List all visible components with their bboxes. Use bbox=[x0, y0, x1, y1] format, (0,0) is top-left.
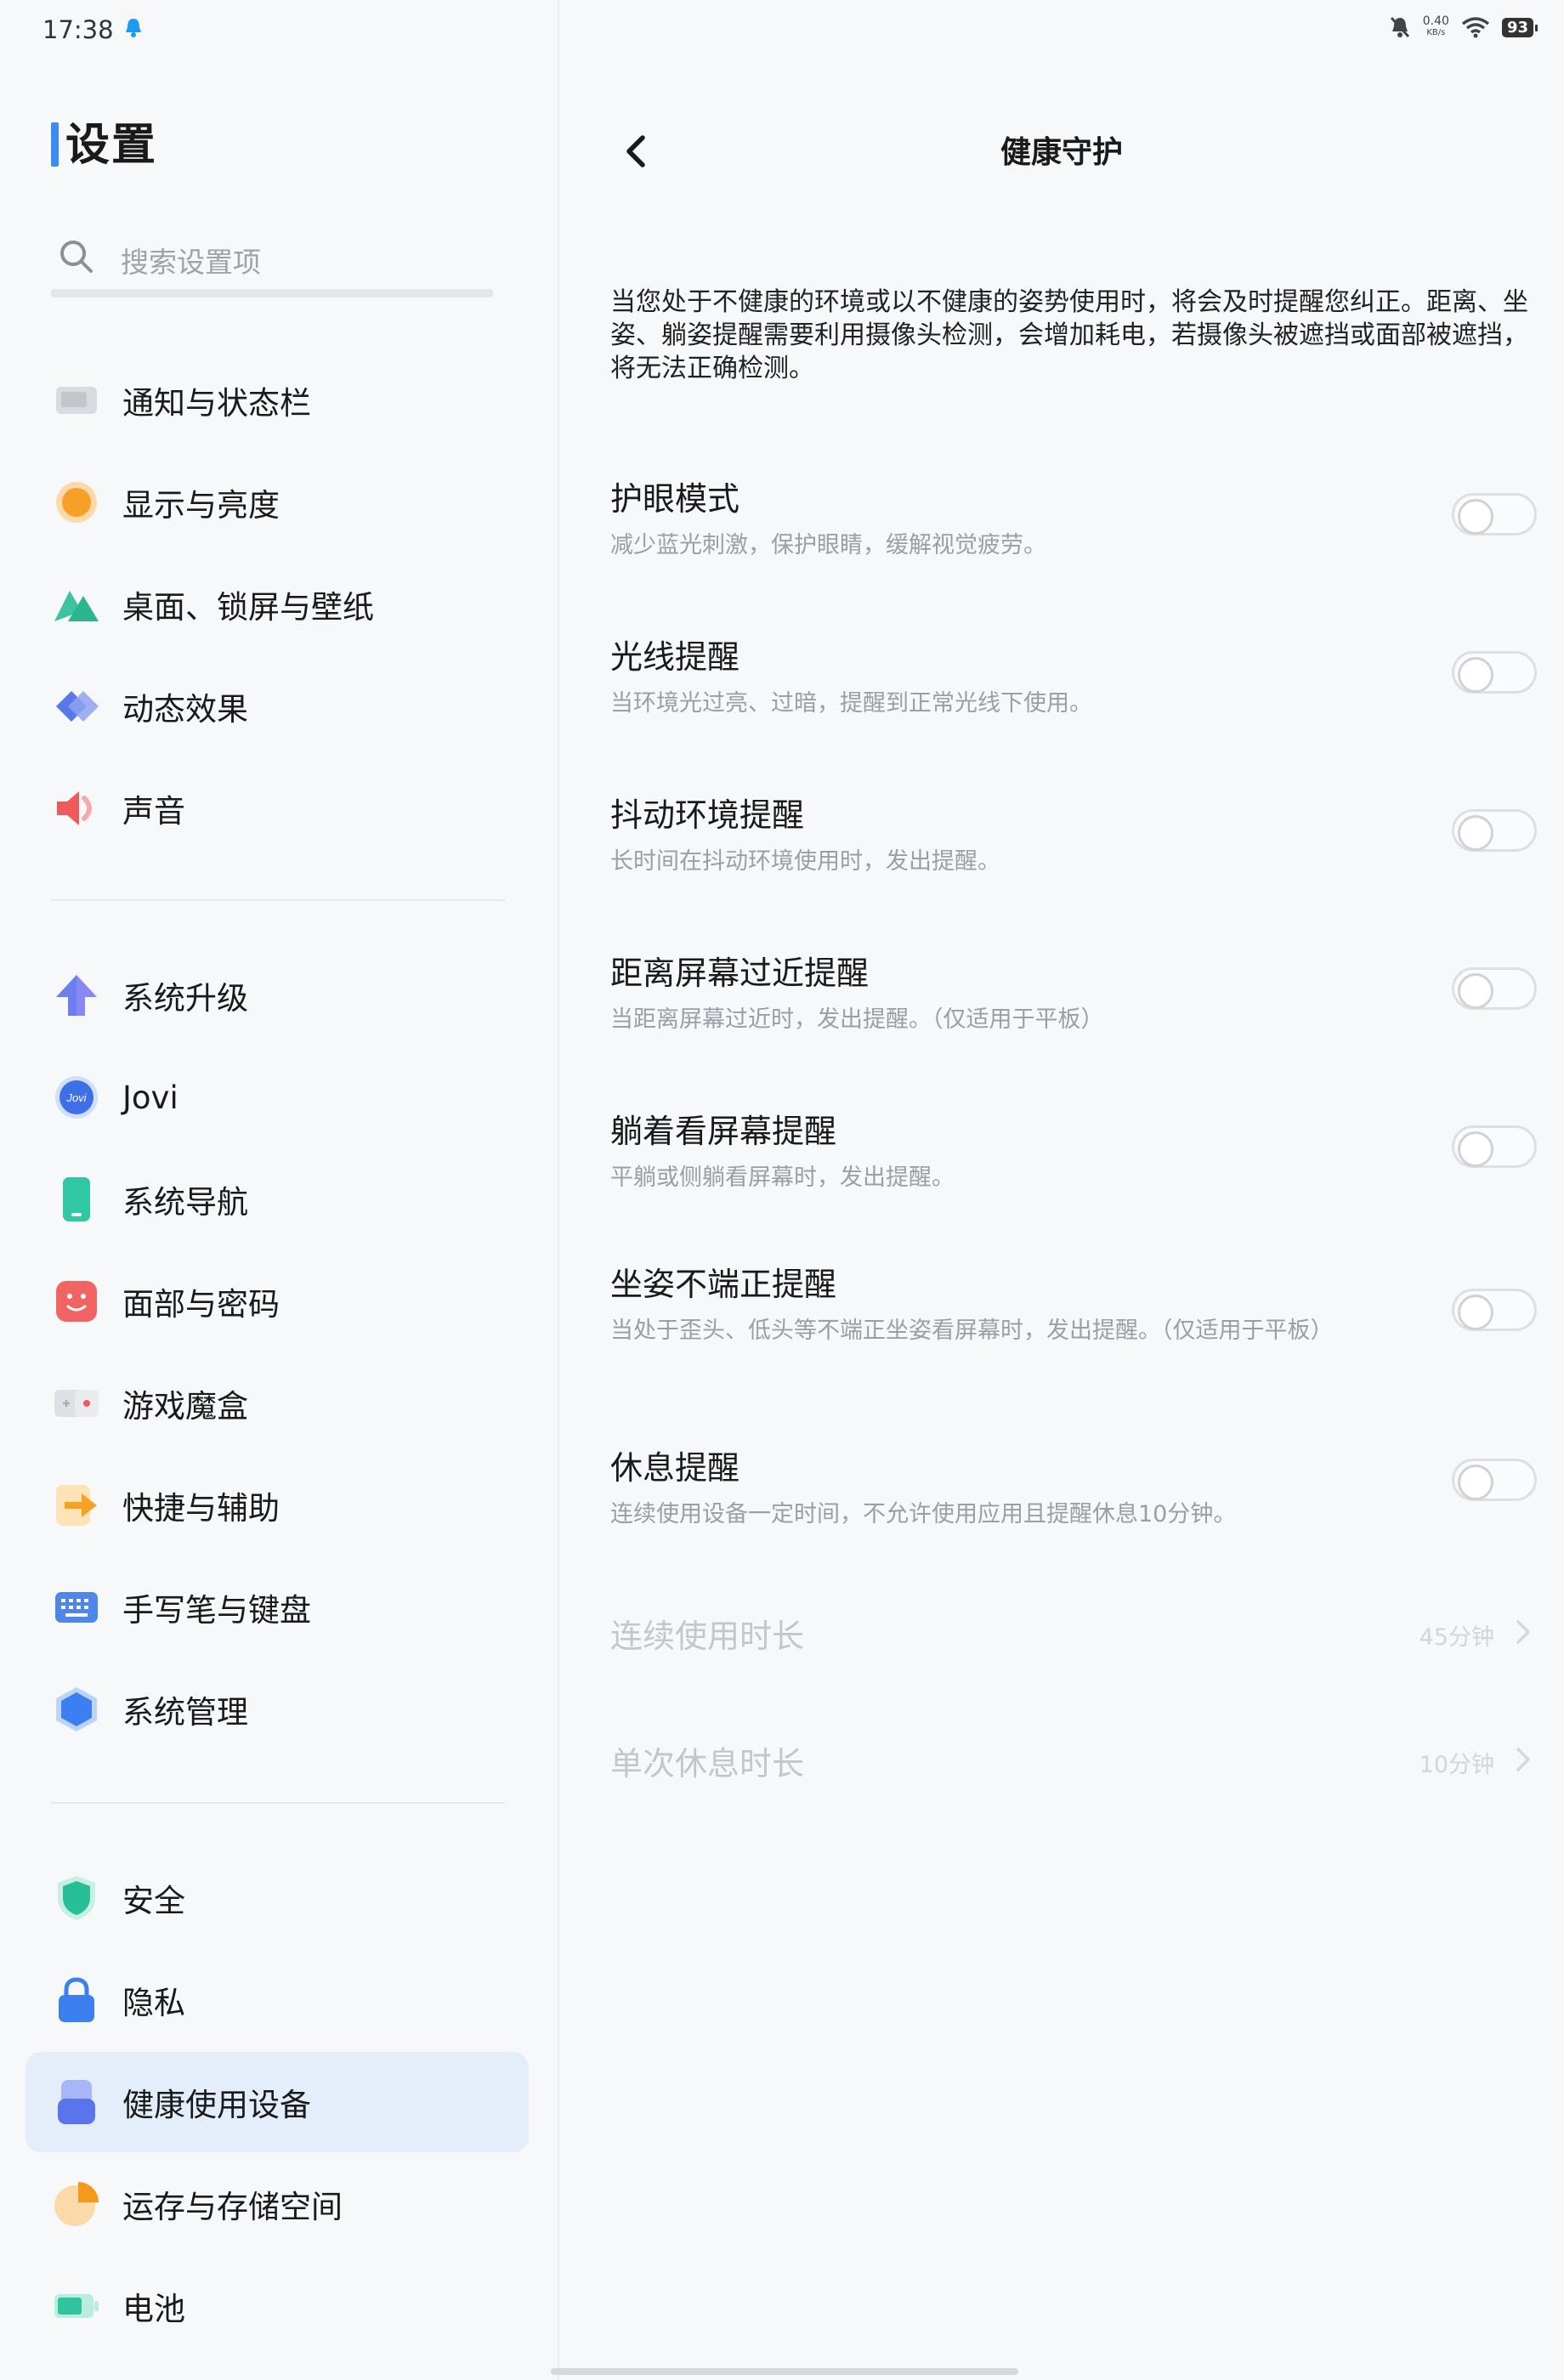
sidebar-item-wallpaper[interactable]: 桌面、锁屏与壁纸 bbox=[26, 558, 529, 651]
privacy-icon bbox=[51, 1975, 102, 2026]
sidebar-item-health[interactable]: 健康使用设备 bbox=[26, 2052, 529, 2152]
jovi-icon: Jovi bbox=[51, 1072, 102, 1123]
setting-row-rest-reminder[interactable]: 休息提醒 连续使用设备一定时间，不允许使用应用且提醒休息10分钟。 bbox=[610, 1442, 1537, 1528]
sidebar-item-sound[interactable]: 声音 bbox=[26, 762, 529, 855]
rest-reminder-toggle[interactable] bbox=[1452, 1459, 1537, 1501]
setting-row-posture-reminder[interactable]: 坐姿不端正提醒 当处于歪头、低头等不端正坐姿看屏幕时，发出提醒。（仅适用于平板） bbox=[610, 1258, 1537, 1345]
light-reminder-toggle[interactable] bbox=[1452, 651, 1537, 694]
sidebar-item-display[interactable]: 显示与亮度 bbox=[26, 456, 529, 549]
notification-icon bbox=[51, 375, 102, 426]
game-box-icon bbox=[51, 1378, 102, 1429]
security-icon bbox=[51, 1873, 102, 1924]
notification-bell-icon bbox=[126, 19, 141, 37]
search-placeholder: 搜索设置项 bbox=[121, 246, 261, 279]
home-indicator[interactable] bbox=[551, 2368, 1018, 2375]
sidebar-item-animation[interactable]: 动态效果 bbox=[26, 660, 529, 753]
single-rest-duration-row[interactable]: 单次休息时长 10分钟 bbox=[610, 1731, 1537, 1790]
setting-row-eye-care[interactable]: 护眼模式 减少蓝光刺激，保护眼睛，缓解视觉疲劳。 bbox=[610, 473, 1537, 559]
shortcut-icon bbox=[51, 1480, 102, 1531]
sidebar-item-shortcut[interactable]: 快捷与辅助 bbox=[26, 1459, 529, 1552]
system-manage-icon bbox=[51, 1684, 102, 1735]
search-icon bbox=[60, 241, 93, 273]
health-guard-panel: 0.40 KB/s 93 健康守护 当您处于不健康的环境或以不健康的姿势使用时，将… bbox=[559, 0, 1564, 2380]
sidebar-item-upgrade[interactable]: 系统升级 bbox=[26, 949, 529, 1042]
net-speed: 0.40 KB/s bbox=[1422, 14, 1449, 37]
distance-reminder-toggle[interactable] bbox=[1452, 967, 1537, 1010]
health-icon bbox=[51, 2077, 102, 2128]
chevron-right-icon bbox=[1516, 1748, 1531, 1771]
sidebar-item-jovi[interactable]: Jovi Jovi bbox=[26, 1051, 529, 1144]
sidebar-divider bbox=[51, 899, 505, 901]
battery-level: 93 bbox=[1501, 17, 1538, 37]
setting-row-shake-reminder[interactable]: 抖动环境提醒 长时间在抖动环境使用时，发出提醒。 bbox=[610, 789, 1537, 876]
sidebar-item-security[interactable]: 安全 bbox=[26, 1851, 529, 1945]
setting-row-distance-reminder[interactable]: 距离屏幕过近提醒 当距离屏幕过近时，发出提醒。（仅适用于平板） bbox=[610, 947, 1537, 1034]
eye-care-toggle[interactable] bbox=[1452, 493, 1537, 536]
keyboard-icon bbox=[51, 1582, 102, 1633]
shake-reminder-toggle[interactable] bbox=[1452, 809, 1537, 852]
svg-text:Jovi: Jovi bbox=[65, 1091, 87, 1104]
sidebar-item-privacy[interactable]: 隐私 bbox=[26, 1953, 529, 2047]
lying-reminder-toggle[interactable] bbox=[1452, 1125, 1537, 1168]
face-password-icon bbox=[51, 1276, 102, 1327]
sidebar-item-game-box[interactable]: 游戏魔盒 bbox=[26, 1357, 529, 1450]
sidebar-item-navigation[interactable]: 系统导航 bbox=[26, 1153, 529, 1246]
intro-text: 当您处于不健康的环境或以不健康的姿势使用时，将会及时提醒您纠正。距离、坐姿、躺姿… bbox=[610, 287, 1528, 383]
sidebar-item-system-manage[interactable]: 系统管理 bbox=[26, 1663, 529, 1756]
sidebar-divider bbox=[51, 1802, 505, 1804]
setting-row-light-reminder[interactable]: 光线提醒 当环境光过亮、过暗，提醒到正常光线下使用。 bbox=[610, 631, 1537, 717]
chevron-right-icon bbox=[1516, 1620, 1531, 1644]
status-time: 17:38 bbox=[42, 15, 114, 44]
wifi-icon bbox=[1461, 17, 1490, 38]
sidebar-item-face-password[interactable]: 面部与密码 bbox=[26, 1255, 529, 1348]
page-title: 健康守护 bbox=[1000, 135, 1123, 170]
animation-icon bbox=[51, 681, 102, 732]
continuous-use-duration-row[interactable]: 连续使用时长 45分钟 bbox=[610, 1603, 1537, 1663]
search-input[interactable]: 搜索设置项 bbox=[51, 223, 493, 298]
wallpaper-icon bbox=[51, 579, 102, 630]
status-icons: 0.40 KB/s 93 bbox=[1389, 14, 1538, 39]
sound-icon bbox=[51, 783, 102, 834]
upgrade-icon bbox=[51, 970, 102, 1021]
sidebar-item-keyboard[interactable]: 手写笔与键盘 bbox=[26, 1561, 529, 1654]
sidebar-item-notification[interactable]: 通知与状态栏 bbox=[26, 354, 529, 447]
posture-reminder-toggle[interactable] bbox=[1452, 1289, 1537, 1331]
mute-bell-icon bbox=[1390, 16, 1409, 38]
setting-row-lying-reminder[interactable]: 躺着看屏幕提醒 平躺或侧躺看屏幕时，发出提醒。 bbox=[610, 1105, 1537, 1192]
settings-title: 设置 bbox=[51, 109, 157, 173]
storage-icon bbox=[51, 2179, 102, 2230]
brightness-icon bbox=[51, 477, 102, 528]
sidebar-item-battery[interactable]: 电池 bbox=[26, 2259, 529, 2353]
navigation-icon bbox=[51, 1174, 102, 1225]
settings-sidebar: 17:38 设置 搜索设置项 通知与状态栏 显示与亮度 桌面、锁屏与壁纸 动态效… bbox=[0, 0, 559, 2380]
sidebar-item-storage[interactable]: 运存与存储空间 bbox=[26, 2157, 529, 2251]
battery-icon bbox=[51, 2281, 102, 2332]
